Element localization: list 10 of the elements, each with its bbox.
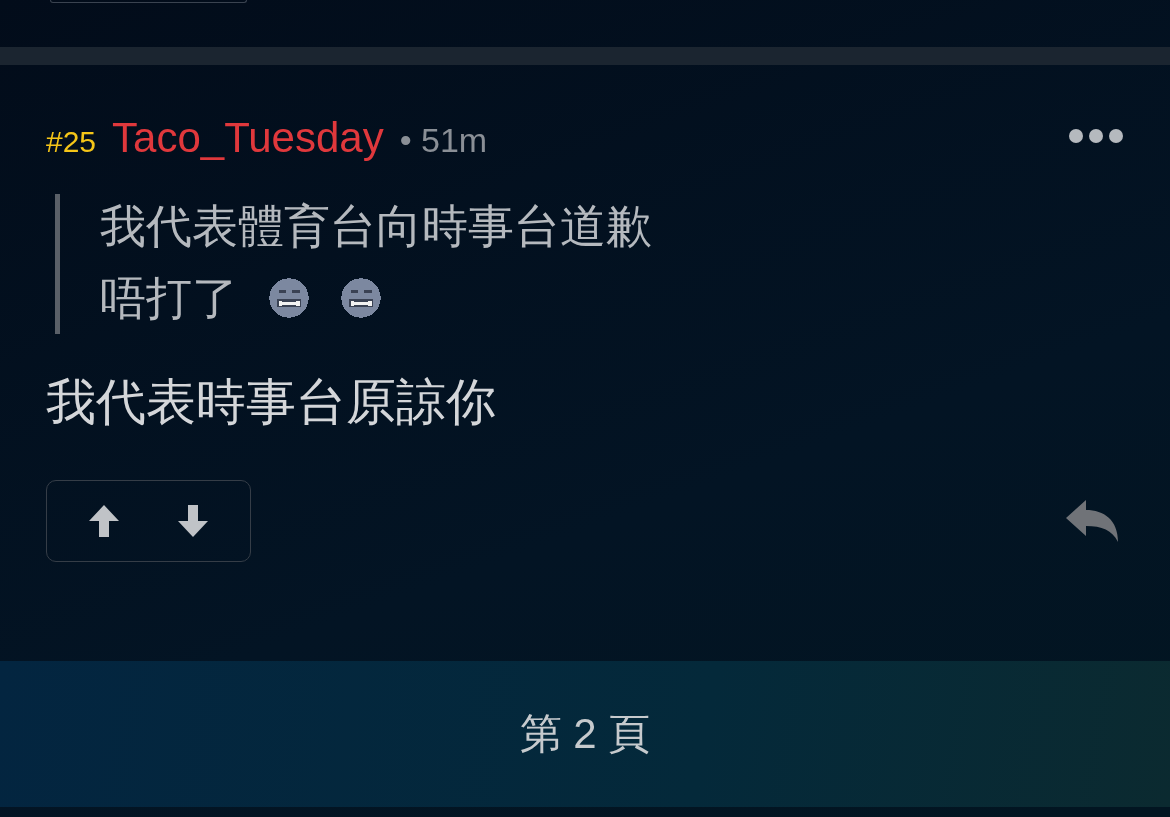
page-label[interactable]: 第 2 頁 <box>513 705 657 763</box>
username[interactable]: Taco_Tuesday <box>112 114 384 162</box>
quote-text: 唔打了 <box>100 272 238 324</box>
post-number: #25 <box>46 125 97 159</box>
face-emoji-icon <box>340 277 382 319</box>
post-time: • 51m <box>399 121 488 160</box>
more-icon[interactable] <box>1068 128 1124 144</box>
face-emoji-icon <box>268 277 310 319</box>
post-body: 我代表時事台原諒你 <box>46 373 497 432</box>
quote-text: 我代表體育台向時事台道歉 <box>100 200 652 252</box>
